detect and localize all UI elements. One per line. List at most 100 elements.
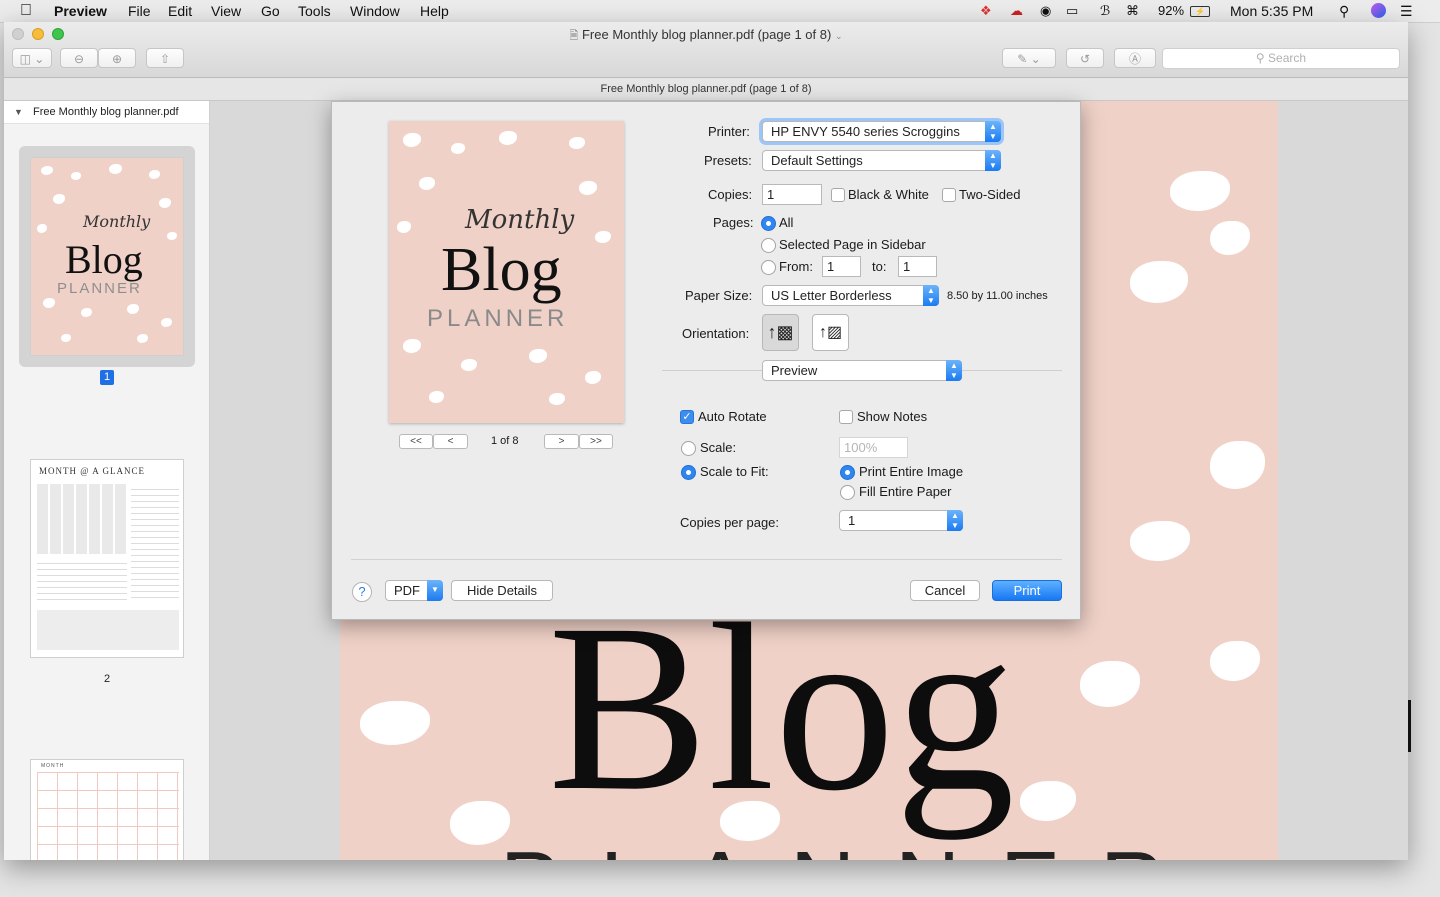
menu-edit[interactable]: Edit [168, 3, 192, 19]
thumbnail-page-3[interactable]: MONTH [30, 759, 184, 860]
menu-tools[interactable]: Tools [298, 3, 331, 19]
cloud-sync-icon[interactable]: ☁ [1010, 3, 1023, 19]
apple-icon[interactable]:  [20, 2, 32, 20]
portrait-orientation-button[interactable]: ↑▩ [762, 314, 799, 351]
copies-per-page-value: 1 [848, 513, 856, 528]
large-page-subtitle: PLANNER [500, 839, 1205, 860]
presets-popup[interactable]: Default Settings ▲ ▼ [762, 150, 1001, 171]
pages-all-label: All [779, 215, 794, 230]
menu-help[interactable]: Help [420, 3, 449, 19]
pdf-menu-button[interactable]: PDF ▼ [385, 580, 443, 601]
paper-dimensions: 8.50 by 11.00 inches [947, 290, 1048, 302]
sidebar-file-header[interactable]: ▼ Free Monthly blog planner.pdf [4, 101, 209, 124]
menu-view[interactable]: View [211, 3, 241, 19]
next-page-button[interactable]: > [544, 434, 579, 449]
spotlight-search-icon[interactable]: ⚲ [1339, 3, 1349, 20]
thumbnail-page-1[interactable]: Monthly Blog PLANNER [30, 157, 184, 356]
bluetooth-icon[interactable]: ℬ [1100, 3, 1110, 19]
popup-arrows-icon: ▲ ▼ [985, 150, 1001, 171]
print-button[interactable]: Print [992, 580, 1062, 601]
menu-window[interactable]: Window [350, 3, 400, 19]
popup-arrows-icon: ▲ ▼ [947, 510, 963, 531]
search-input[interactable]: ⚲ Search [1162, 48, 1400, 69]
pages-selected-radio[interactable] [761, 238, 776, 253]
window-title-text: Free Monthly blog planner.pdf (page 1 of… [581, 27, 832, 42]
landscape-orientation-button[interactable]: ↑▨ [812, 314, 849, 351]
pdf-document-icon: 🗎 [569, 30, 579, 42]
pages-to-label: to: [872, 259, 887, 274]
black-white-checkbox[interactable] [831, 188, 845, 202]
fill-entire-paper-label: Fill Entire Paper [859, 484, 952, 499]
thumb-page2-calendar-grid [37, 484, 127, 554]
fill-entire-paper-radio[interactable] [840, 485, 855, 500]
presets-label: Presets: [704, 153, 752, 168]
presets-value: Default Settings [771, 153, 863, 168]
previous-page-button[interactable]: < [433, 434, 468, 449]
scale-radio[interactable] [681, 441, 696, 456]
show-notes-checkbox[interactable] [839, 410, 853, 424]
scale-to-fit-label: Scale to Fit: [700, 464, 769, 479]
desktop-window-edge [1408, 700, 1411, 752]
scale-to-fit-radio[interactable] [681, 465, 696, 480]
print-entire-image-radio[interactable] [840, 465, 855, 480]
help-button[interactable]: ? [352, 582, 372, 602]
menu-bar:  Preview File Edit View Go Tools Window… [0, 0, 1440, 23]
search-icon: ⚲ [1255, 51, 1265, 65]
thumb-cover-script: Monthly [83, 212, 151, 231]
rotate-button[interactable]: ↺ [1066, 48, 1104, 68]
preview-cover-title: Blog [441, 236, 562, 304]
chevron-down-icon[interactable]: ⌄ [835, 31, 843, 41]
two-sided-label: Two-Sided [959, 187, 1021, 202]
notification-center-icon[interactable]: ☰ [1400, 3, 1413, 20]
battery-percent[interactable]: 92% [1158, 3, 1184, 18]
pages-to-input[interactable]: 1 [898, 256, 937, 277]
app-status-icon[interactable]: ◉ [1040, 3, 1051, 19]
thumbnail-sidebar[interactable]: ▼ Free Monthly blog planner.pdf Monthly … [4, 101, 210, 860]
pages-all-radio[interactable] [761, 216, 776, 231]
sidebar-toggle-button[interactable]: ◫ ⌄ [12, 48, 52, 68]
document-title-bar: Free Monthly blog planner.pdf (page 1 of… [4, 78, 1408, 101]
pages-from-input[interactable]: 1 [822, 256, 861, 277]
printer-popup[interactable]: HP ENVY 5540 series Scroggins ▲ ▼ [762, 121, 1001, 142]
thumb-page2-title: MONTH @ A GLANCE [39, 466, 146, 476]
dropbox-icon[interactable]: ❖ [980, 3, 992, 19]
menu-clock[interactable]: Mon 5:35 PM [1230, 3, 1313, 19]
copies-label: Copies: [708, 187, 753, 202]
thumbnail-page-2[interactable]: MONTH @ A GLANCE [30, 459, 184, 658]
print-dialog: Monthly Blog PLANNER << < 1 of 8 > >> Pr… [331, 101, 1081, 620]
markup-toolbar-button[interactable]: Ⓐ [1114, 48, 1156, 68]
preview-cover-sub: PLANNER [427, 305, 569, 332]
pages-range-radio[interactable] [761, 260, 776, 275]
share-button[interactable]: ⇧ [146, 48, 184, 68]
cancel-button[interactable]: Cancel [910, 580, 980, 601]
section-popup[interactable]: Preview ▲ ▼ [762, 360, 962, 381]
pdf-label: PDF [394, 583, 420, 598]
black-white-label: Black & White [848, 187, 929, 202]
airplay-icon[interactable]: ▭ [1066, 3, 1078, 19]
two-sided-checkbox[interactable] [942, 188, 956, 202]
paper-size-popup[interactable]: US Letter Borderless ▲ ▼ [762, 285, 939, 306]
copies-per-page-popup[interactable]: 1 ▲ ▼ [839, 510, 963, 531]
section-popup-value: Preview [771, 363, 818, 378]
wifi-icon[interactable]: ⌘ [1126, 3, 1139, 19]
zoom-out-button[interactable]: ⊖ [60, 48, 98, 68]
page-number-1: 1 [100, 370, 114, 385]
zoom-in-button[interactable]: ⊕ [98, 48, 136, 68]
copies-per-page-label: Copies per page: [680, 515, 780, 530]
markup-pen-button[interactable]: ✎ ⌄ [1002, 48, 1056, 68]
battery-icon[interactable]: ⚡ [1190, 6, 1210, 17]
last-page-button[interactable]: >> [579, 434, 613, 449]
first-page-button[interactable]: << [399, 434, 433, 449]
disclosure-triangle-icon[interactable]: ▼ [14, 101, 23, 123]
scale-input[interactable]: 100% [839, 437, 908, 458]
siri-icon[interactable] [1371, 3, 1386, 18]
menu-file[interactable]: File [128, 3, 151, 19]
thumb-cover-sub: PLANNER [57, 280, 142, 297]
menu-app-name[interactable]: Preview [54, 3, 107, 19]
hide-details-button[interactable]: Hide Details [451, 580, 553, 601]
menu-go[interactable]: Go [261, 3, 280, 19]
copies-input[interactable]: 1 [762, 184, 822, 205]
auto-rotate-checkbox[interactable]: ✓ [680, 410, 694, 424]
sidebar-file-name: Free Monthly blog planner.pdf [33, 106, 179, 118]
dialog-bottom-divider [351, 559, 1062, 560]
